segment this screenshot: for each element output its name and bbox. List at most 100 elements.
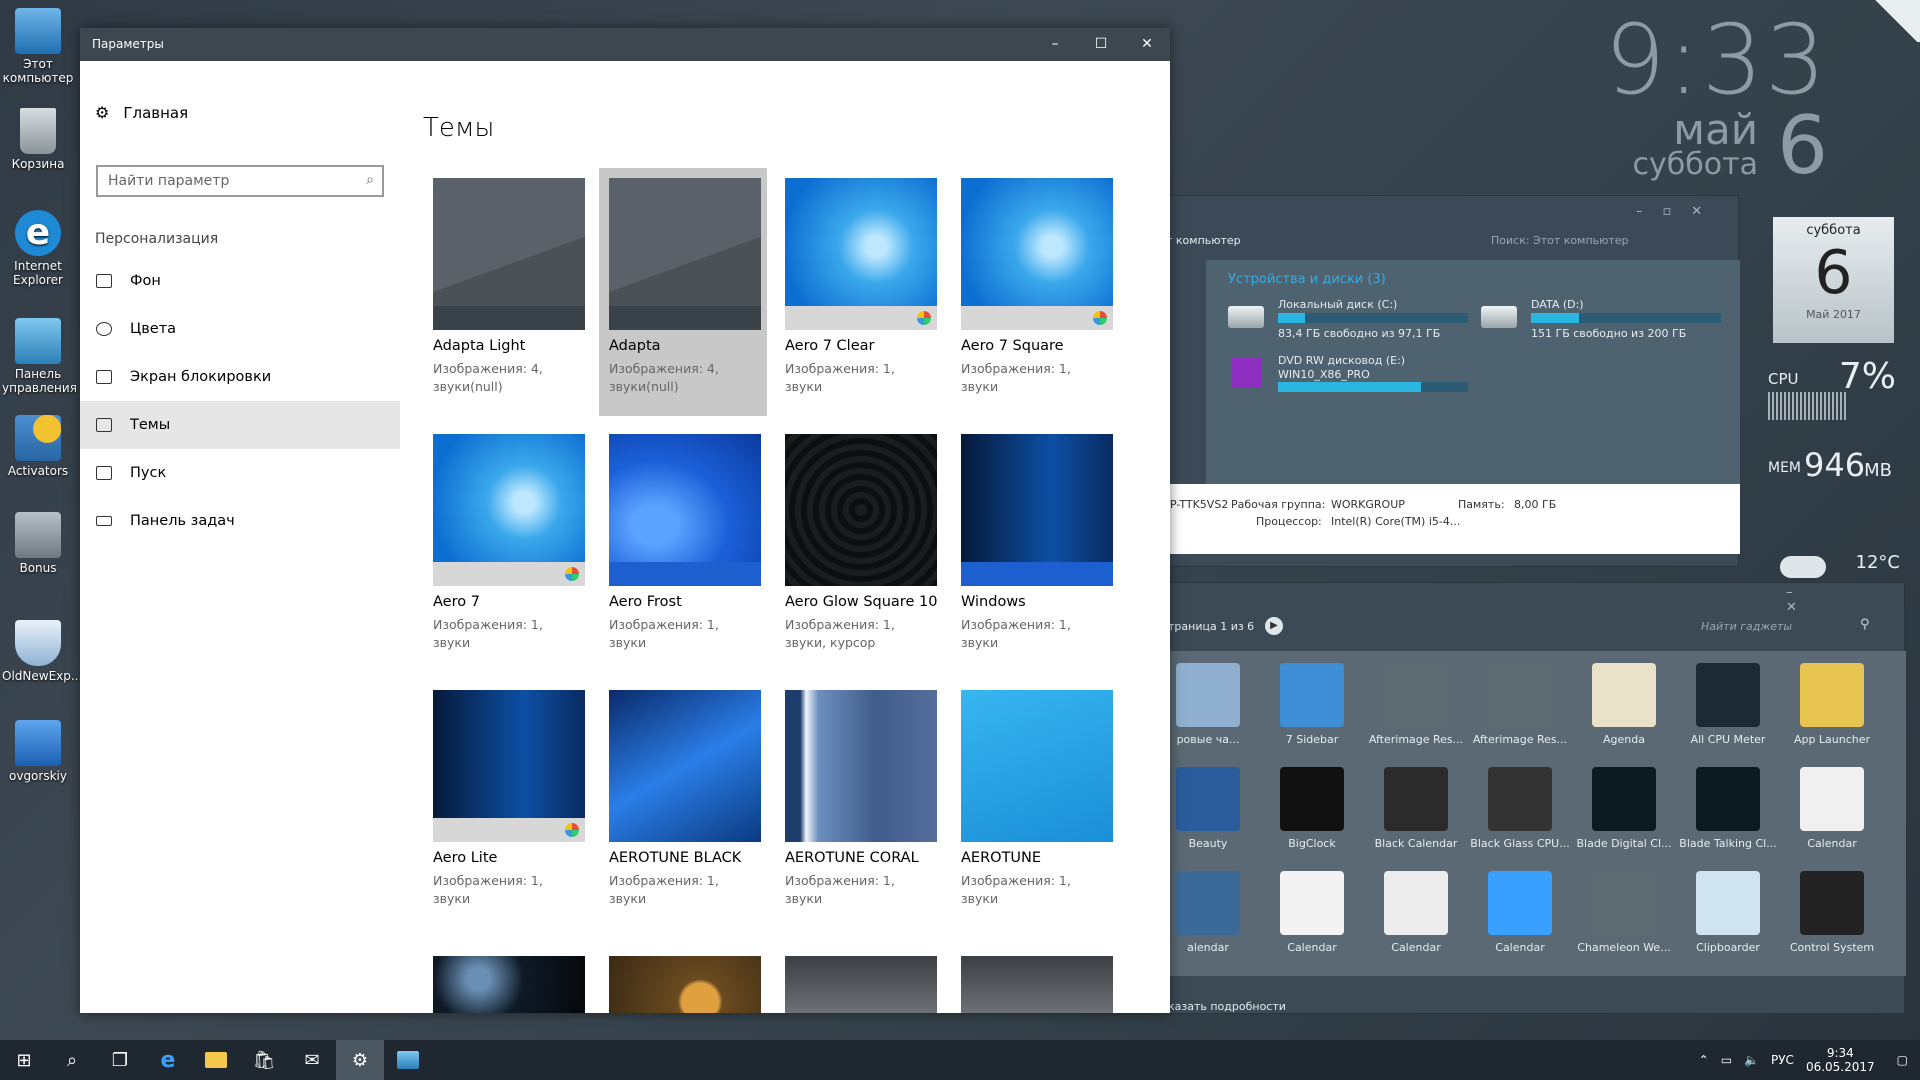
start-button[interactable]: ⊞ [0, 1040, 48, 1080]
gadget-item[interactable]: Beauty [1156, 767, 1260, 850]
theme-thumbnail-partial[interactable] [433, 956, 585, 1013]
theme-card[interactable]: Aero Frost Изображения: 1, звуки [599, 424, 767, 672]
volume-icon[interactable]: 🔈 [1744, 1053, 1759, 1067]
explorer-search[interactable]: Поиск: Этот компьютер [1491, 234, 1629, 247]
theme-card[interactable]: AEROTUNE Изображения: 1, звуки [951, 680, 1119, 928]
settings-taskbar-icon[interactable]: ⚙ [336, 1040, 384, 1080]
explorer-details-pane: P-TTK5VS2 Рабочая группа: WORKGROUP Памя… [1166, 484, 1740, 554]
theme-description: Изображения: 1, звуки [609, 617, 719, 650]
edge-icon[interactable]: e [144, 1040, 192, 1080]
task-view-icon[interactable]: ❐ [96, 1040, 144, 1080]
theme-card[interactable]: Windows Изображения: 1, звуки [951, 424, 1119, 672]
gadget-item[interactable]: 7 Sidebar [1260, 663, 1364, 746]
desktop-icon-recycle-bin[interactable]: Корзина [2, 108, 74, 171]
theme-name: Aero Lite [433, 850, 498, 866]
weather-widget[interactable]: 12°C [1780, 548, 1900, 582]
language-indicator[interactable]: РУС [1771, 1053, 1794, 1067]
gadget-item[interactable]: Chameleon We... [1572, 871, 1676, 954]
gadget-item[interactable]: Agenda [1572, 663, 1676, 746]
gadgets-window-controls[interactable]: –✕ [1786, 585, 1904, 615]
theme-card[interactable]: Aero Glow Square 10 Изображения: 1, звуки… [775, 424, 943, 672]
gadget-item[interactable]: Calendar [1364, 871, 1468, 954]
devices-section-header[interactable]: Устройства и диски (3) [1228, 272, 1386, 287]
gadget-item[interactable]: Calendar [1468, 871, 1572, 954]
show-details-link[interactable]: казать подробности [1168, 1000, 1286, 1013]
gadget-item[interactable]: App Launcher [1780, 663, 1884, 746]
desktop-icon-ie[interactable]: e Internet Explorer [2, 210, 74, 287]
nav-lock-screen[interactable]: Экран блокировки [80, 353, 400, 401]
home-nav-item[interactable]: ⚙ Главная [95, 103, 188, 122]
gadget-item[interactable]: Calendar [1780, 767, 1884, 850]
theme-card[interactable]: Aero 7 Clear Изображения: 1, звуки [775, 168, 943, 416]
gadget-item[interactable]: BigClock [1260, 767, 1364, 850]
theme-card[interactable]: Adapta Изображения: 4, звуки(null) [599, 168, 767, 416]
theme-thumbnail-partial[interactable] [961, 956, 1113, 1013]
nav-start[interactable]: Пуск [80, 449, 400, 497]
gadget-item[interactable]: ровые ча... [1156, 663, 1260, 746]
desktop-icon-oldnewexplorer[interactable]: OldNewExp... [2, 620, 82, 683]
desktop-icon-control-panel[interactable]: Панель управления [2, 318, 77, 395]
ovgorskiy-icon [15, 720, 61, 766]
theme-thumbnail-partial[interactable] [785, 956, 937, 1013]
nav-themes[interactable]: Темы [80, 401, 400, 449]
desktop-icon-this-pc[interactable]: Этот компьютер [2, 8, 74, 85]
gadgets-search[interactable]: Найти гаджеты [1701, 620, 1792, 633]
gadget-item[interactable]: Control System [1780, 871, 1884, 954]
desktop-icon-bonus[interactable]: Bonus [2, 512, 74, 575]
category-header: Персонализация [95, 231, 219, 247]
notifications-icon[interactable]: ▢ [1897, 1053, 1908, 1067]
theme-card[interactable]: Adapta Light Изображения: 4, звуки(null) [423, 168, 591, 416]
desktop-icon-ovgorskiy[interactable]: ovgorskiy [2, 720, 74, 783]
gadget-item[interactable]: Black Glass CPU... [1468, 767, 1572, 850]
page-title: Темы [423, 113, 495, 143]
gadget-item[interactable]: Calendar [1260, 871, 1364, 954]
gadget-item[interactable]: alendar [1156, 871, 1260, 954]
gadget-item[interactable]: Blade Talking Cl... [1676, 767, 1780, 850]
theme-card[interactable]: Aero 7 Изображения: 1, звуки [423, 424, 591, 672]
gadget-item[interactable]: All CPU Meter [1676, 663, 1780, 746]
network-icon[interactable]: ▭ [1721, 1053, 1732, 1067]
gadget-item[interactable]: Afterimage Res... [1468, 663, 1572, 746]
minimize-button[interactable]: – [1032, 28, 1078, 61]
settings-search-input[interactable]: Найти параметр ⌕ [96, 165, 384, 197]
search-icon[interactable]: ⌕ [48, 1040, 96, 1080]
gadget-label: 7 Sidebar [1285, 733, 1339, 746]
taskbar-clock[interactable]: 9:34 06.05.2017 [1806, 1046, 1875, 1074]
chevron-up-icon[interactable]: ⌃ [1699, 1053, 1709, 1067]
gadget-label: Blade Digital Cl... [1576, 837, 1672, 850]
theme-card[interactable]: AEROTUNE CORAL Изображения: 1, звуки [775, 680, 943, 928]
search-icon[interactable]: ⚲ [1860, 617, 1870, 632]
gadget-item[interactable]: Black Calendar [1364, 767, 1468, 850]
clock-month: май [1673, 105, 1758, 154]
file-explorer-icon[interactable] [192, 1040, 240, 1080]
gadget-label: App Launcher [1793, 733, 1871, 746]
theme-card[interactable]: AEROTUNE BLACK Изображения: 1, звуки [599, 680, 767, 928]
explorer-window-controls[interactable]: –▫✕ [1636, 204, 1722, 219]
shield-icon [15, 620, 61, 666]
explorer-address[interactable]: т компьютер [1166, 234, 1241, 247]
start-menu-icon [96, 466, 112, 480]
desktop-icon-activators[interactable]: Activators [2, 415, 74, 478]
color-wheel-icon [565, 567, 579, 581]
store-icon[interactable]: 🛍 [240, 1040, 288, 1080]
nav-taskbar[interactable]: Панель задач [80, 497, 400, 545]
close-button[interactable]: ✕ [1124, 28, 1170, 61]
calendar-widget[interactable]: суббота 6 Май 2017 [1773, 217, 1894, 343]
theme-card[interactable]: Aero 7 Square Изображения: 1, звуки [951, 168, 1119, 416]
gadget-item[interactable]: Clipboarder [1676, 871, 1780, 954]
theme-card[interactable]: Aero Lite Изображения: 1, звуки [423, 680, 591, 928]
memory-meter-widget[interactable]: MEM 946 MB [1768, 446, 1896, 496]
control-panel-taskbar-icon[interactable] [384, 1040, 432, 1080]
maximize-button[interactable]: ☐ [1078, 28, 1124, 61]
gadget-item[interactable]: Afterimage Res... [1364, 663, 1468, 746]
gadget-item[interactable]: Blade Digital Cl... [1572, 767, 1676, 850]
corner-gadget-icon[interactable] [1872, 0, 1920, 42]
settings-titlebar[interactable]: Параметры – ☐ ✕ [80, 28, 1170, 61]
mail-icon[interactable]: ✉ [288, 1040, 336, 1080]
cpu-meter-widget[interactable]: CPU 7% [1768, 356, 1896, 434]
theme-thumbnail-partial[interactable] [609, 956, 761, 1013]
nav-colors[interactable]: Цвета [80, 305, 400, 353]
nav-background[interactable]: Фон [80, 257, 400, 305]
color-wheel-icon [565, 823, 579, 837]
next-page-icon[interactable]: ▶ [1265, 617, 1283, 635]
